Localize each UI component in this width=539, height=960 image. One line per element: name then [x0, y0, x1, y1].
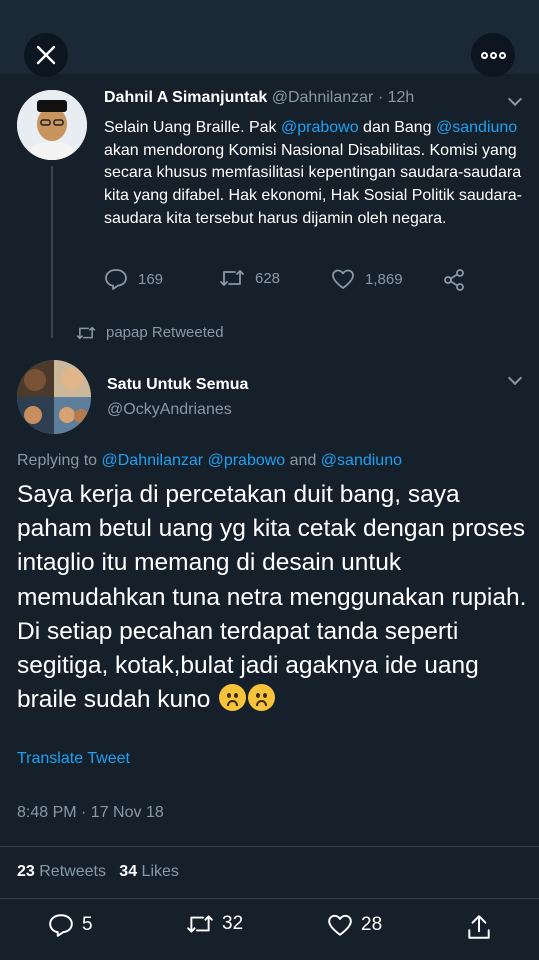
divider: [0, 898, 539, 899]
tweet-time: 12h: [387, 89, 415, 106]
like-button[interactable]: 1,869: [331, 268, 403, 290]
tweet-actions: 169 628 1,869: [104, 268, 484, 294]
tweet-header: Dahnil A Simanjuntak @Dahnilanzar · 12h: [104, 89, 414, 107]
likes-stat[interactable]: 34 Likes: [119, 863, 179, 880]
reply-button[interactable]: 169: [104, 268, 163, 290]
avatar[interactable]: [17, 90, 87, 160]
tweet-body: Saya kerja di percetakan duit bang, saya…: [17, 478, 527, 717]
separator-dot: ·: [377, 89, 384, 106]
like-count: 28: [361, 914, 383, 935]
mention-link[interactable]: @sandiuno: [321, 452, 402, 469]
more-options-button[interactable]: [471, 33, 515, 77]
like-button[interactable]: 28: [327, 913, 382, 937]
engagement-stats: 23 Retweets 34 Likes: [17, 863, 179, 881]
retweet-count: 628: [255, 269, 281, 287]
retweeted-by[interactable]: papap Retweeted: [76, 324, 224, 341]
mention-link[interactable]: @Dahnilanzar: [102, 452, 204, 469]
retweets-stat[interactable]: 23 Retweets: [17, 863, 106, 880]
more-horizontal-icon: [480, 51, 488, 59]
avatar[interactable]: [17, 360, 91, 434]
reply-count: 169: [138, 270, 164, 288]
author-name[interactable]: Dahnil A Simanjuntak: [104, 89, 267, 106]
heart-icon: [332, 269, 354, 289]
sad-face-emoji-icon: [248, 684, 276, 712]
reply-icon: [105, 269, 127, 290]
retweet-icon: [187, 915, 213, 933]
reply-icon: [49, 914, 73, 937]
replying-and: and: [285, 452, 321, 469]
likes-number: 34: [119, 863, 138, 880]
mention-link[interactable]: @prabowo: [208, 452, 286, 469]
tweet-text-segment: Selain Uang Braille. Pak: [104, 119, 281, 136]
close-icon: [36, 45, 56, 65]
retweet-icon: [220, 270, 244, 286]
share-icon: [444, 269, 464, 291]
thread-line: [51, 166, 53, 338]
chevron-down-icon[interactable]: [507, 370, 523, 386]
retweeted-by-label: papap Retweeted: [106, 324, 224, 341]
share-button[interactable]: [466, 913, 500, 941]
replying-to: Replying to @Dahnilanzar @prabowo and @s…: [17, 452, 402, 470]
reply-button[interactable]: 5: [48, 913, 93, 937]
retweets-number: 23: [17, 863, 35, 880]
tweet-timestamp: 8:48 PM · 17 Nov 18: [17, 804, 164, 821]
share-button[interactable]: [442, 268, 476, 292]
tweet-actions-bar: 5 32 28: [0, 913, 539, 943]
likes-label: Likes: [141, 863, 179, 880]
author-name[interactable]: Satu Untuk Semua: [107, 376, 248, 394]
retweet-icon: [76, 326, 96, 339]
top-bar: [0, 0, 539, 77]
author-handle[interactable]: @Dahnilanzar: [272, 89, 374, 106]
author-handle[interactable]: @OckyAndrianes: [107, 401, 232, 419]
retweets-label: Retweets: [39, 863, 106, 880]
tweet-text-segment: dan Bang: [358, 119, 437, 136]
retweet-button[interactable]: 628: [219, 268, 280, 288]
replying-prefix: Replying to: [17, 452, 102, 469]
sad-face-emoji-icon: [219, 684, 247, 712]
tweet-text: Selain Uang Braille. Pak @prabowo dan Ba…: [104, 117, 524, 231]
share-icon: [468, 915, 490, 939]
chevron-down-icon[interactable]: [507, 91, 523, 107]
reply-count: 5: [82, 914, 93, 935]
tweet-text-segment: akan mendorong Komisi Nasional Disabilit…: [104, 141, 522, 227]
close-button[interactable]: [24, 33, 68, 77]
mention-link[interactable]: @prabowo: [281, 119, 359, 136]
translate-tweet-link[interactable]: Translate Tweet: [17, 750, 130, 768]
tweet-body-text: Saya kerja di percetakan duit bang, saya…: [17, 481, 527, 714]
divider: [0, 846, 539, 847]
mention-link[interactable]: @sandiuno: [436, 119, 517, 136]
like-count: 1,869: [365, 270, 403, 288]
retweet-count: 32: [222, 913, 244, 934]
retweet-button[interactable]: 32: [186, 913, 243, 935]
heart-icon: [328, 914, 352, 936]
